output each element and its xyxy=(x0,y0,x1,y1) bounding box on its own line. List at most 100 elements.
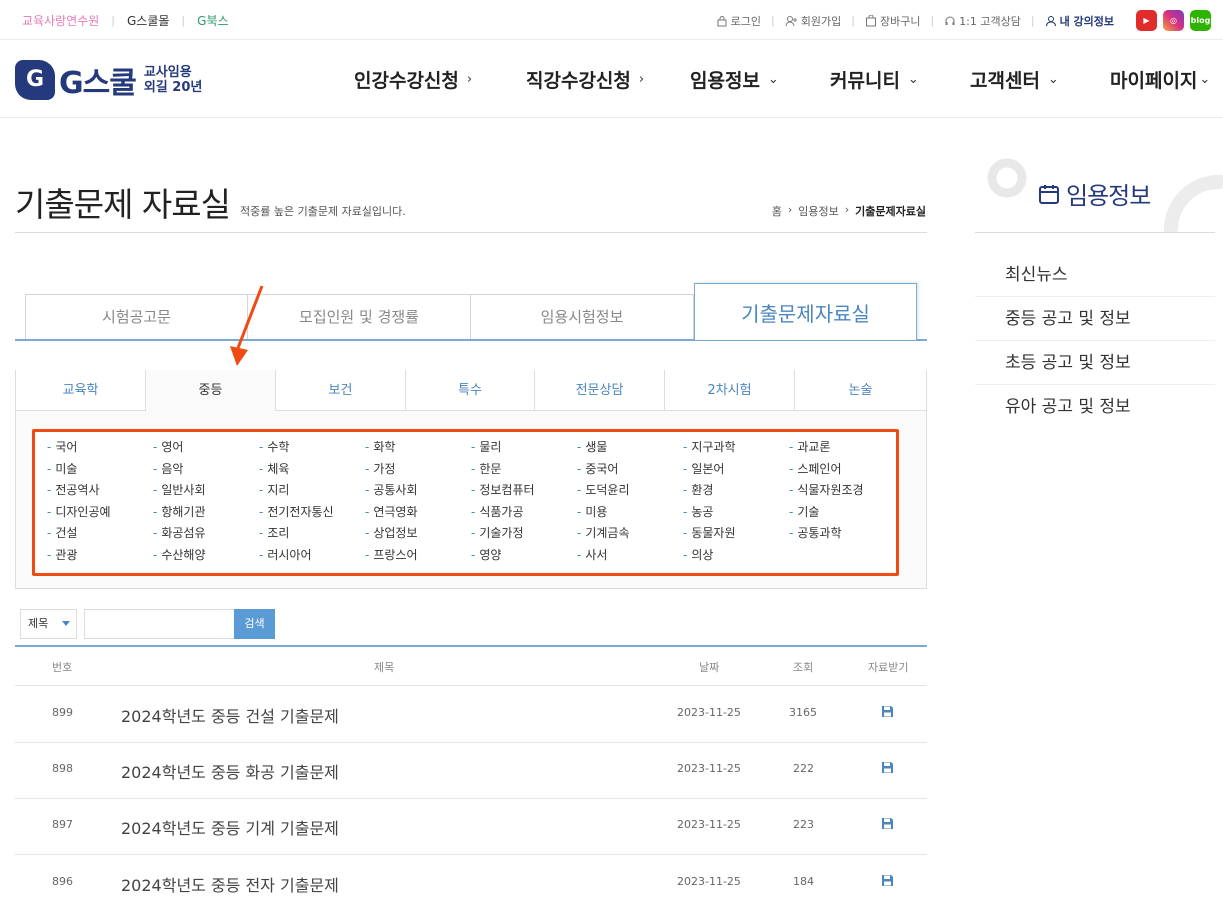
subtab-health[interactable]: 보건 xyxy=(276,370,406,411)
divider: | xyxy=(771,14,775,27)
subject-link[interactable]: - 건설 xyxy=(47,524,77,541)
sidebar-item-news[interactable]: 최신뉴스 xyxy=(975,253,1215,297)
subject-link[interactable]: - 화학 xyxy=(365,438,395,455)
youtube-icon[interactable]: ▶ xyxy=(1136,10,1157,31)
subject-link[interactable]: - 동물자원 xyxy=(683,524,736,541)
subtab-essay[interactable]: 논술 xyxy=(795,370,927,411)
subject-link[interactable]: - 일반사회 xyxy=(153,481,206,498)
breadcrumb-info[interactable]: 임용정보 xyxy=(798,203,838,219)
table-row: 896 2024학년도 중등 전자 기출문제 2023-11-25 184 xyxy=(15,855,927,907)
instagram-icon[interactable]: ◎ xyxy=(1163,10,1184,31)
subject-link[interactable]: - 식품가공 xyxy=(471,503,524,520)
subject-label: 중국어 xyxy=(585,461,619,476)
subject-link[interactable]: - 관광 xyxy=(47,546,77,563)
blog-icon[interactable]: blog xyxy=(1190,10,1211,31)
site-logo[interactable]: G G스쿨 교사임용 외길 20년 xyxy=(15,58,202,102)
subject-link[interactable]: - 수산해양 xyxy=(153,546,206,563)
subject-link[interactable]: - 생물 xyxy=(577,438,607,455)
sidebar-item-elementary[interactable]: 초등 공고 및 정보 xyxy=(975,341,1215,385)
subtab-secondary[interactable]: 중등 xyxy=(146,370,276,411)
sidebar-item-secondary[interactable]: 중등 공고 및 정보 xyxy=(975,297,1215,341)
gnb-item-offline[interactable]: 직강수강신청 › xyxy=(526,66,644,93)
family-link-edu[interactable]: 교육사랑연수원 xyxy=(22,12,99,29)
login-link[interactable]: 로그인 xyxy=(716,13,761,29)
subject-link[interactable]: - 가정 xyxy=(365,460,395,477)
subject-link[interactable]: - 연극영화 xyxy=(365,503,418,520)
subtab-special[interactable]: 특수 xyxy=(406,370,535,411)
family-link-mall[interactable]: G스쿨몰 xyxy=(127,12,169,29)
subject-link[interactable]: - 공통과학 xyxy=(789,524,842,541)
subject-link[interactable]: - 전공역사 xyxy=(47,481,100,498)
subject-link[interactable]: - 상업정보 xyxy=(365,524,418,541)
subject-link[interactable]: - 기술 xyxy=(789,503,819,520)
subject-link[interactable]: - 정보컴퓨터 xyxy=(471,481,535,498)
subject-link[interactable]: - 영어 xyxy=(153,438,183,455)
search-input[interactable] xyxy=(84,609,235,639)
bullet-dash: - xyxy=(471,547,476,562)
tab-recruit-competition[interactable]: 모집인원 및 경쟁률 xyxy=(248,294,471,339)
download-icon[interactable] xyxy=(881,761,894,774)
tab-exam-info[interactable]: 임용시험정보 xyxy=(471,294,694,339)
row-title-link[interactable]: 2024학년도 중등 전자 기출문제 xyxy=(121,872,339,896)
row-title-link[interactable]: 2024학년도 중등 화공 기출문제 xyxy=(121,759,339,783)
row-title-link[interactable]: 2024학년도 중등 건설 기출문제 xyxy=(121,703,339,727)
row-title-link[interactable]: 2024학년도 중등 기계 기출문제 xyxy=(121,815,339,839)
download-icon[interactable] xyxy=(881,705,894,718)
subject-link[interactable]: - 미용 xyxy=(577,503,607,520)
subject-link[interactable]: - 도덕윤리 xyxy=(577,481,630,498)
cart-link[interactable]: 장바구니 xyxy=(865,13,920,29)
subject-link[interactable]: - 국어 xyxy=(47,438,77,455)
subtab-education[interactable]: 교육학 xyxy=(15,370,146,411)
subject-link[interactable]: - 항해기관 xyxy=(153,503,206,520)
subject-link[interactable]: - 음악 xyxy=(153,460,183,477)
my-lecture-link[interactable]: 내 강의정보 xyxy=(1045,13,1114,29)
gnb-item-community[interactable]: 커뮤니티 ⌄ xyxy=(830,66,919,93)
download-icon[interactable] xyxy=(881,874,894,887)
breadcrumb-home[interactable]: 홈 xyxy=(772,203,782,219)
subject-link[interactable]: - 식물자원조경 xyxy=(789,481,864,498)
subject-link[interactable]: - 사서 xyxy=(577,546,607,563)
subject-link[interactable]: - 체육 xyxy=(259,460,289,477)
subject-link[interactable]: - 물리 xyxy=(471,438,501,455)
subject-link[interactable]: - 디자인공예 xyxy=(47,503,111,520)
tab-past-exams[interactable]: 기출문제자료실 xyxy=(694,283,917,340)
tab-exam-notice[interactable]: 시험공고문 xyxy=(25,294,248,339)
subject-link[interactable]: - 농공 xyxy=(683,503,713,520)
sidebar-item-kindergarten[interactable]: 유아 공고 및 정보 xyxy=(975,385,1215,429)
consult-link[interactable]: 1:1 고객상담 xyxy=(944,13,1021,29)
subject-link[interactable]: - 환경 xyxy=(683,481,713,498)
family-link-books[interactable]: G북스 xyxy=(197,12,228,29)
subject-link[interactable]: - 지리 xyxy=(259,481,289,498)
subject-link[interactable]: - 화공섬유 xyxy=(153,524,206,541)
bullet-dash: - xyxy=(47,504,52,519)
gnb-item-support[interactable]: 고객센터 ⌄ xyxy=(970,66,1059,93)
subject-link[interactable]: - 영양 xyxy=(471,546,501,563)
subject-link[interactable]: - 한문 xyxy=(471,460,501,477)
subject-link[interactable]: - 과교론 xyxy=(789,438,830,455)
subtab-counseling[interactable]: 전문상담 xyxy=(535,370,665,411)
search-field-select[interactable]: 제목 xyxy=(20,609,77,639)
subject-link[interactable]: - 중국어 xyxy=(577,460,618,477)
search-button[interactable]: 검색 xyxy=(234,609,275,639)
subject-link[interactable]: - 기술가정 xyxy=(471,524,524,541)
signup-link[interactable]: 회원가입 xyxy=(785,13,841,29)
subject-link[interactable]: - 의상 xyxy=(683,546,713,563)
subject-link[interactable]: - 조리 xyxy=(259,524,289,541)
subject-link[interactable]: - 지구과학 xyxy=(683,438,736,455)
subtab-second-round[interactable]: 2차시험 xyxy=(665,370,795,411)
subject-link[interactable]: - 스페인어 xyxy=(789,460,842,477)
gnb-item-online[interactable]: 인강수강신청 › xyxy=(354,66,472,93)
download-icon[interactable] xyxy=(881,817,894,830)
subject-link[interactable]: - 러시아어 xyxy=(259,546,312,563)
chevron-down-icon: ⌄ xyxy=(1047,72,1059,87)
subject-link[interactable]: - 전기전자통신 xyxy=(259,503,334,520)
subject-link[interactable]: - 기계금속 xyxy=(577,524,630,541)
gnb-item-mypage[interactable]: 마이페이지 ⌄ xyxy=(1110,66,1210,93)
subject-link[interactable]: - 미술 xyxy=(47,460,77,477)
breadcrumb: 홈 › 임용정보 › 기출문제자료실 xyxy=(772,203,926,219)
subject-link[interactable]: - 일본어 xyxy=(683,460,724,477)
gnb-item-info[interactable]: 임용정보 ⌄ xyxy=(690,66,779,93)
subject-link[interactable]: - 수학 xyxy=(259,438,289,455)
subject-link[interactable]: - 프랑스어 xyxy=(365,546,418,563)
subject-link[interactable]: - 공통사회 xyxy=(365,481,418,498)
